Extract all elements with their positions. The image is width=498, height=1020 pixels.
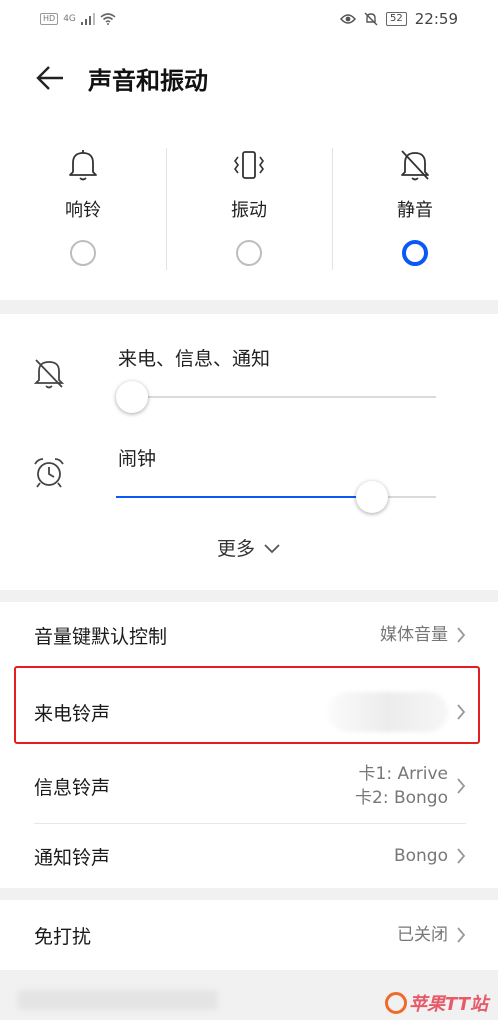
notification-tone-value: Bongo [393,846,448,866]
network-type: 4G [63,14,76,24]
mode-silent-radio[interactable] [402,240,428,266]
app-header: 声音和振动 [0,38,498,118]
message-tone-value: 卡1: Arrive 卡2: Bongo [355,762,448,810]
signal-icon [80,13,95,25]
chevron-right-icon [457,778,466,794]
chevron-down-icon [264,543,280,553]
hd-badge: HD [40,13,59,25]
battery-indicator: 52 [386,12,407,26]
notification-tone-row[interactable]: 通知铃声 Bongo [0,824,498,888]
watermark: 苹果TT站 [385,990,488,1016]
mode-ring-radio[interactable] [70,240,96,266]
status-right: 52 22:59 [340,10,458,28]
dnd-value: 已关闭 [397,925,448,945]
bell-icon [69,150,97,181]
mode-vibrate-label: 振动 [231,200,267,221]
volume-key-value: 媒体音量 [380,625,448,645]
alarm-volume-row: 闹钟 [0,414,498,514]
message-tone-label: 信息铃声 [34,776,111,799]
chevron-right-icon [457,848,466,864]
alarm-volume-slider[interactable] [116,481,436,513]
mode-ring-label: 响铃 [65,200,101,221]
mode-silent-label: 静音 [397,200,433,221]
ringer-volume-row: 来电、信息、通知 [0,314,498,414]
alarm-volume-fill [116,496,372,498]
volume-card: 来电、信息、通知 闹钟 更多 [0,314,498,590]
watermark-logo-icon [385,992,408,1014]
message-tone-row[interactable]: 信息铃声 卡1: Arrive 卡2: Bongo [0,750,498,822]
more-button[interactable]: 更多 [0,534,498,561]
chevron-right-icon [457,927,466,943]
alarm-volume-thumb[interactable] [356,481,388,513]
status-bar: HD 4G 52 22:59 [0,0,498,38]
mode-ring[interactable]: 响铃 [0,118,166,300]
bell-off-small-icon [364,12,378,26]
volume-key-label: 音量键默认控制 [34,625,168,648]
notification-tone-right: Bongo [394,844,466,868]
volume-key-right: 媒体音量 [380,623,466,647]
dnd-label: 免打扰 [34,925,92,948]
back-arrow-icon [36,66,63,90]
back-button[interactable] [20,48,80,108]
more-label: 更多 [216,538,255,560]
notification-tone-label: 通知铃声 [34,846,111,869]
eye-icon [340,14,357,24]
alarm-clock-icon [34,458,64,488]
alarm-volume-label: 闹钟 [118,448,157,470]
sound-mode-selector: 响铃 振动 静音 [0,118,498,300]
ringer-volume-thumb[interactable] [116,381,148,413]
dnd-card: 免打扰 已关闭 [0,900,498,970]
mode-silent[interactable]: 静音 [332,118,498,300]
message-tone-sim2: 卡2: Bongo [355,788,448,808]
wifi-icon [100,13,116,25]
message-tone-right: 卡1: Arrive 卡2: Bongo [355,762,466,810]
ringer-volume-slider[interactable] [116,381,436,413]
dnd-row[interactable]: 免打扰 已关闭 [0,900,498,970]
highlight-box [14,666,480,744]
page-title: 声音和振动 [88,66,208,95]
volume-key-row[interactable]: 音量键默认控制 媒体音量 [0,602,498,668]
vibrate-icon [234,151,264,179]
mode-vibrate[interactable]: 振动 [166,118,332,300]
status-left: HD 4G [40,13,116,25]
bell-off-icon [33,359,65,389]
chevron-right-icon [457,627,466,643]
ringer-volume-label: 来电、信息、通知 [118,348,271,370]
mode-vibrate-radio[interactable] [236,240,262,266]
bell-off-icon [401,150,429,181]
clock: 22:59 [414,10,458,28]
watermark-text: 苹果TT站 [409,994,488,1015]
dnd-right: 已关闭 [397,923,466,947]
blurred-row [18,990,218,1010]
message-tone-sim1: 卡1: Arrive [358,764,449,784]
ringtone-settings-card: 音量键默认控制 媒体音量 来电铃声 信息铃声 卡1: Arrive 卡2: Bo… [0,602,498,888]
